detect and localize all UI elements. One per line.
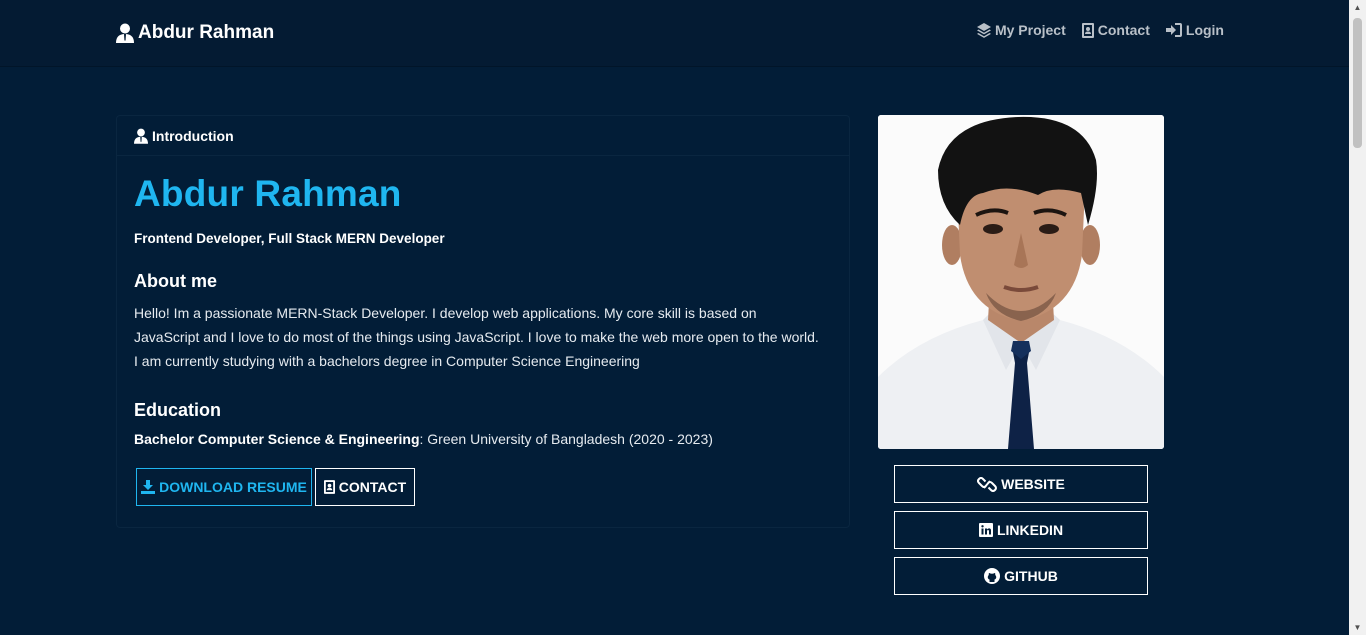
contact-card-icon	[1081, 22, 1094, 38]
introduction-title: Introduction	[152, 127, 234, 144]
nav-link-contact[interactable]: Contact	[1081, 22, 1150, 38]
education-detail: : Green University of Bangladesh (2020 -…	[419, 431, 713, 447]
vertical-scrollbar[interactable]: ▲ ▼	[1349, 0, 1366, 635]
nav-links: My Project Contact Login	[976, 22, 1224, 38]
github-icon	[984, 568, 1001, 584]
github-label: GITHUB	[1004, 568, 1058, 584]
action-buttons: DOWNLOAD RESUME CONTACT	[134, 468, 832, 506]
about-text: Hello! Im a passionate MERN-Stack Develo…	[134, 305, 819, 369]
contact-button[interactable]: CONTACT	[315, 468, 415, 506]
login-icon	[1165, 23, 1182, 37]
education-degree: Bachelor Computer Science & Engineering	[134, 431, 420, 447]
introduction-header: Introduction	[117, 116, 849, 156]
nav-link-login[interactable]: Login	[1165, 22, 1224, 38]
nav-link-my-project[interactable]: My Project	[976, 22, 1066, 38]
profile-name: Abdur Rahman	[134, 173, 402, 214]
website-button[interactable]: WEBSITE	[894, 465, 1148, 503]
linkedin-label: LINKEDIN	[996, 522, 1064, 538]
contact-label: CONTACT	[338, 479, 407, 495]
website-label: WEBSITE	[1001, 476, 1065, 492]
link-icon	[977, 476, 998, 492]
education-title: Education	[134, 400, 222, 420]
download-resume-label: DOWNLOAD RESUME	[159, 479, 307, 495]
user-icon	[116, 23, 134, 43]
nav-link-label: My Project	[994, 22, 1066, 38]
layers-icon	[976, 22, 991, 38]
scroll-up-icon[interactable]: ▲	[1353, 3, 1362, 12]
profile-photo	[878, 115, 1164, 449]
introduction-body: Abdur Rahman Frontend Developer, Full St…	[117, 172, 849, 506]
brand-name: Abdur Rahman	[138, 22, 275, 43]
nav-link-label: Contact	[1097, 22, 1150, 38]
scroll-down-icon[interactable]: ▼	[1353, 623, 1362, 632]
download-resume-button[interactable]: DOWNLOAD RESUME	[136, 468, 312, 506]
about-title: About me	[134, 271, 217, 291]
profile-role: Frontend Developer, Full Stack MERN Deve…	[134, 231, 445, 246]
scrollbar-thumb[interactable]	[1353, 18, 1362, 148]
navbar: Abdur Rahman My Project Contact Login	[0, 0, 1349, 66]
nav-link-label: Login	[1185, 22, 1224, 38]
user-icon	[134, 128, 148, 144]
github-button[interactable]: GITHUB	[894, 557, 1148, 595]
linkedin-icon	[978, 523, 993, 537]
introduction-card: Introduction Abdur Rahman Frontend Devel…	[116, 115, 850, 528]
download-icon	[141, 480, 156, 494]
education-text: Bachelor Computer Science & Engineering:…	[134, 431, 832, 447]
brand[interactable]: Abdur Rahman	[116, 20, 274, 46]
contact-card-icon	[323, 480, 335, 494]
linkedin-button[interactable]: LINKEDIN	[894, 511, 1148, 549]
